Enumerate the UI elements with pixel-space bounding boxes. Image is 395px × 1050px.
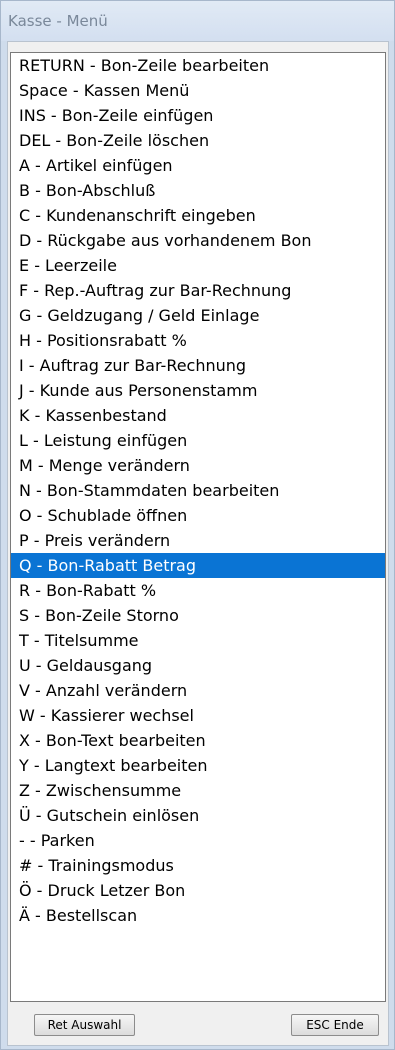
window-title: Kasse - Menü: [8, 12, 108, 30]
menu-item[interactable]: RETURN - Bon-Zeile bearbeiten: [11, 53, 385, 78]
menu-item[interactable]: U - Geldausgang: [11, 653, 385, 678]
menu-item[interactable]: N - Bon-Stammdaten bearbeiten: [11, 478, 385, 503]
menu-item[interactable]: Ö - Druck Letzer Bon: [11, 878, 385, 903]
menu-item[interactable]: P - Preis verändern: [11, 528, 385, 553]
menu-item[interactable]: R - Bon-Rabatt %: [11, 578, 385, 603]
menu-item[interactable]: F - Rep.-Auftrag zur Bar-Rechnung: [11, 278, 385, 303]
title-bar[interactable]: Kasse - Menü: [1, 1, 394, 41]
menu-item[interactable]: Ü - Gutschein einlösen: [11, 803, 385, 828]
menu-item[interactable]: X - Bon-Text bearbeiten: [11, 728, 385, 753]
menu-item[interactable]: J - Kunde aus Personenstamm: [11, 378, 385, 403]
menu-item[interactable]: Ä - Bestellscan: [11, 903, 385, 928]
menu-item[interactable]: D - Rückgabe aus vorhandenem Bon: [11, 228, 385, 253]
menu-item[interactable]: E - Leerzeile: [11, 253, 385, 278]
menu-item-selected[interactable]: Q - Bon-Rabatt Betrag: [11, 553, 385, 578]
esc-ende-button[interactable]: ESC Ende: [291, 1014, 379, 1036]
menu-listbox[interactable]: RETURN - Bon-Zeile bearbeiten Space - Kas…: [10, 52, 386, 1002]
menu-item[interactable]: V - Anzahl verändern: [11, 678, 385, 703]
menu-item[interactable]: Space - Kassen Menü: [11, 78, 385, 103]
menu-item[interactable]: G - Geldzugang / Geld Einlage: [11, 303, 385, 328]
menu-item[interactable]: B - Bon-Abschluß: [11, 178, 385, 203]
kasse-menu-window: Kasse - Menü RETURN - Bon-Zeile bearbeit…: [0, 0, 395, 1050]
menu-item[interactable]: - - Parken: [11, 828, 385, 853]
menu-item[interactable]: INS - Bon-Zeile einfügen: [11, 103, 385, 128]
menu-item[interactable]: Z - Zwischensumme: [11, 778, 385, 803]
dialog-client-area: RETURN - Bon-Zeile bearbeiten Space - Kas…: [7, 41, 389, 1046]
menu-item[interactable]: DEL - Bon-Zeile löschen: [11, 128, 385, 153]
ret-auswahl-button[interactable]: Ret Auswahl: [34, 1014, 135, 1036]
menu-item[interactable]: K - Kassenbestand: [11, 403, 385, 428]
menu-item[interactable]: I - Auftrag zur Bar-Rechnung: [11, 353, 385, 378]
menu-item[interactable]: T - Titelsumme: [11, 628, 385, 653]
menu-item[interactable]: Y - Langtext bearbeiten: [11, 753, 385, 778]
menu-item[interactable]: M - Menge verändern: [11, 453, 385, 478]
menu-item[interactable]: C - Kundenanschrift eingeben: [11, 203, 385, 228]
menu-item[interactable]: H - Positionsrabatt %: [11, 328, 385, 353]
menu-item[interactable]: # - Trainingsmodus: [11, 853, 385, 878]
menu-item[interactable]: O - Schublade öffnen: [11, 503, 385, 528]
menu-item[interactable]: L - Leistung einfügen: [11, 428, 385, 453]
menu-item[interactable]: W - Kassierer wechsel: [11, 703, 385, 728]
menu-item[interactable]: A - Artikel einfügen: [11, 153, 385, 178]
menu-item[interactable]: S - Bon-Zeile Storno: [11, 603, 385, 628]
